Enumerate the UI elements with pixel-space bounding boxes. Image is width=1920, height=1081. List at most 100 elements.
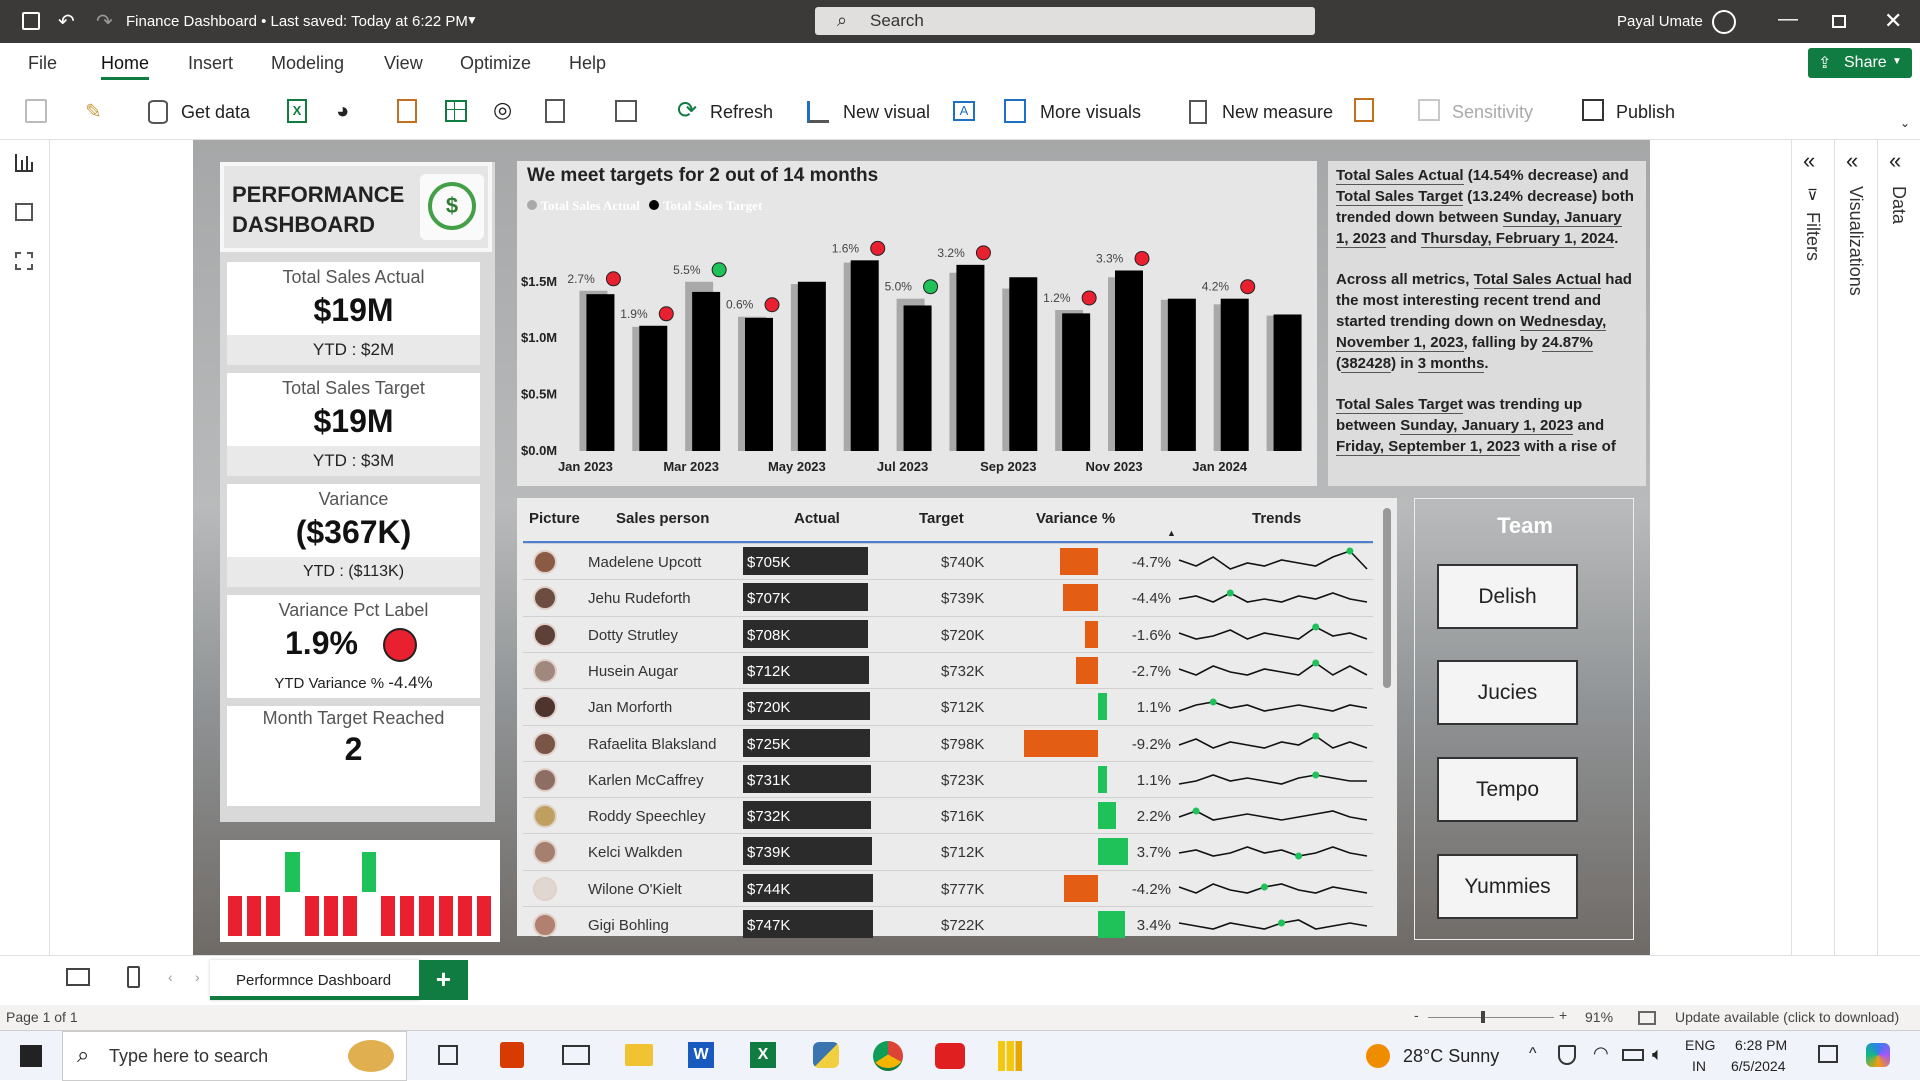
table-row[interactable]: Dotty Strutley $708K $720K -1.6% xyxy=(523,615,1373,652)
table-row[interactable]: Madelene Upcott $705K $740K -4.7% xyxy=(523,543,1373,579)
clock-time[interactable]: 6:28 PM xyxy=(1735,1037,1787,1053)
file-explorer-icon[interactable] xyxy=(625,1044,653,1066)
more-visuals-button[interactable]: More visuals xyxy=(1040,102,1141,123)
zoom-slider[interactable] xyxy=(1428,1011,1554,1023)
tab-modeling[interactable]: Modeling xyxy=(271,53,344,74)
excel-icon[interactable]: X xyxy=(287,99,307,123)
tab-help[interactable]: Help xyxy=(569,53,606,74)
add-page-button[interactable]: + xyxy=(419,960,468,1000)
fit-page-icon[interactable] xyxy=(1638,1011,1656,1025)
col-header-variance[interactable]: Variance % xyxy=(1036,510,1115,527)
collapse-ribbon-icon[interactable]: ⌄ xyxy=(1900,116,1910,130)
sensitivity-button[interactable]: Sensitivity xyxy=(1452,102,1533,123)
tab-insert[interactable]: Insert xyxy=(188,53,233,74)
calculator-icon[interactable] xyxy=(1189,100,1207,124)
redo-icon[interactable]: ↷ xyxy=(96,9,113,34)
new-visual-button[interactable]: New visual xyxy=(843,102,930,123)
wifi-icon[interactable]: ◠ xyxy=(1593,1043,1609,1064)
zoom-out-button[interactable]: - xyxy=(1414,1007,1419,1023)
transform-icon[interactable] xyxy=(545,99,565,123)
team-button-tempo[interactable]: Tempo xyxy=(1437,757,1578,822)
table-row[interactable]: Husein Augar $712K $732K -2.7% xyxy=(523,651,1373,688)
shield-icon[interactable] xyxy=(1558,1045,1576,1065)
save-icon[interactable] xyxy=(22,12,40,30)
team-button-jucies[interactable]: Jucies xyxy=(1437,660,1578,725)
table-row[interactable]: Gigi Bohling $747K $722K 3.4% xyxy=(523,906,1373,942)
close-icon[interactable]: ✕ xyxy=(1884,8,1902,34)
power-bi-icon[interactable] xyxy=(998,1041,1022,1071)
lang-in[interactable]: IN xyxy=(1692,1058,1706,1074)
expand-visualizations-icon[interactable]: « xyxy=(1846,148,1858,174)
clock-date[interactable]: 6/5/2024 xyxy=(1731,1058,1786,1074)
expand-data-icon[interactable]: « xyxy=(1889,148,1901,174)
undo-icon[interactable]: ↶ xyxy=(58,9,75,34)
report-view-icon[interactable] xyxy=(15,154,33,172)
weather-text[interactable]: 28°C Sunny xyxy=(1403,1046,1499,1067)
table-view-icon[interactable] xyxy=(15,203,33,221)
col-header-target[interactable]: Target xyxy=(919,510,964,527)
sort-arrow-icon[interactable]: ▲ xyxy=(1167,528,1176,538)
data-label[interactable]: Data xyxy=(1888,186,1909,224)
task-view-icon[interactable] xyxy=(438,1045,458,1065)
page-tab[interactable]: Performnce Dashboard xyxy=(210,960,420,1000)
windows-start-icon[interactable] xyxy=(20,1045,42,1067)
paste-icon[interactable] xyxy=(25,99,47,123)
mail-icon[interactable] xyxy=(562,1045,590,1065)
publish-icon[interactable] xyxy=(1582,99,1604,121)
new-visual-icon[interactable] xyxy=(807,101,829,123)
desktop-layout-icon[interactable] xyxy=(66,968,90,986)
col-header-actual[interactable]: Actual xyxy=(794,510,840,527)
next-page-icon[interactable]: › xyxy=(195,969,200,985)
python-icon[interactable] xyxy=(813,1042,839,1068)
table-row[interactable]: Roddy Speechley $732K $716K 2.2% xyxy=(523,797,1373,833)
volume-icon[interactable]: 🔈︎ xyxy=(1652,1044,1663,1065)
transform-data-icon[interactable] xyxy=(615,100,637,122)
refresh-button[interactable]: Refresh xyxy=(710,102,773,123)
table-scrollbar[interactable] xyxy=(1383,508,1391,688)
prev-page-icon[interactable]: ‹ xyxy=(168,969,173,985)
more-visuals-icon[interactable] xyxy=(1004,99,1026,123)
update-notice[interactable]: Update available (click to download) xyxy=(1675,1009,1899,1025)
quick-measure-icon[interactable] xyxy=(1354,98,1374,122)
recent-sources-icon[interactable]: ◎ xyxy=(493,97,512,123)
table-row[interactable]: Karlen McCaffrey $731K $723K 1.1% xyxy=(523,760,1373,797)
table-row[interactable]: Jan Morforth $720K $712K 1.1% xyxy=(523,688,1373,724)
team-button-delish[interactable]: Delish xyxy=(1437,564,1578,629)
search-box[interactable]: ⌕ Search xyxy=(815,7,1315,35)
tab-home[interactable]: Home xyxy=(101,53,150,80)
get-data-button[interactable]: Get data xyxy=(181,102,250,123)
team-button-yummies[interactable]: Yummies xyxy=(1437,854,1578,919)
table-row[interactable]: Jehu Rudeforth $707K $739K -4.4% xyxy=(523,579,1373,615)
zoom-in-button[interactable]: + xyxy=(1559,1007,1567,1023)
share-button[interactable]: ⇪ Share ▼ xyxy=(1808,48,1912,78)
screen-recorder-icon[interactable] xyxy=(935,1043,965,1069)
model-view-icon[interactable] xyxy=(15,252,33,270)
filters-pane[interactable]: « ⊽ Filters xyxy=(1791,140,1834,955)
excel-app-icon[interactable]: X xyxy=(750,1042,776,1068)
office-icon[interactable] xyxy=(500,1042,524,1068)
minimize-icon[interactable]: — xyxy=(1778,8,1798,31)
sql-icon[interactable] xyxy=(397,99,417,123)
table-row[interactable]: Wilone O'Kielt $744K $777K -4.2% xyxy=(523,869,1373,906)
visualizations-label[interactable]: Visualizations xyxy=(1845,186,1866,296)
table-row[interactable]: Rafaelita Blaksland $725K $798K -9.2% xyxy=(523,724,1373,761)
lang-eng[interactable]: ENG xyxy=(1685,1037,1715,1053)
zoom-thumb[interactable] xyxy=(1481,1011,1485,1023)
visualizations-pane[interactable]: « Visualizations xyxy=(1834,140,1877,955)
col-header-trends[interactable]: Trends xyxy=(1252,510,1301,527)
col-header-picture[interactable]: Picture xyxy=(529,510,580,527)
filters-label[interactable]: Filters xyxy=(1802,212,1823,261)
taskbar-search[interactable]: ⌕ Type here to search xyxy=(62,1031,407,1081)
chevron-down-icon[interactable]: ▼ xyxy=(466,13,478,27)
sensitivity-icon[interactable] xyxy=(1418,99,1440,121)
col-header-sales-person[interactable]: Sales person xyxy=(616,510,709,527)
table-icon[interactable] xyxy=(445,100,467,122)
format-painter-icon[interactable]: ✎ xyxy=(85,99,102,124)
data-pane[interactable]: « Data xyxy=(1877,140,1920,955)
publish-button[interactable]: Publish xyxy=(1616,102,1675,123)
battery-icon[interactable] xyxy=(1622,1049,1644,1061)
copilot-icon[interactable] xyxy=(1866,1043,1890,1067)
account-icon[interactable] xyxy=(1712,10,1736,34)
new-measure-button[interactable]: New measure xyxy=(1222,102,1333,123)
tab-optimize[interactable]: Optimize xyxy=(460,53,531,74)
